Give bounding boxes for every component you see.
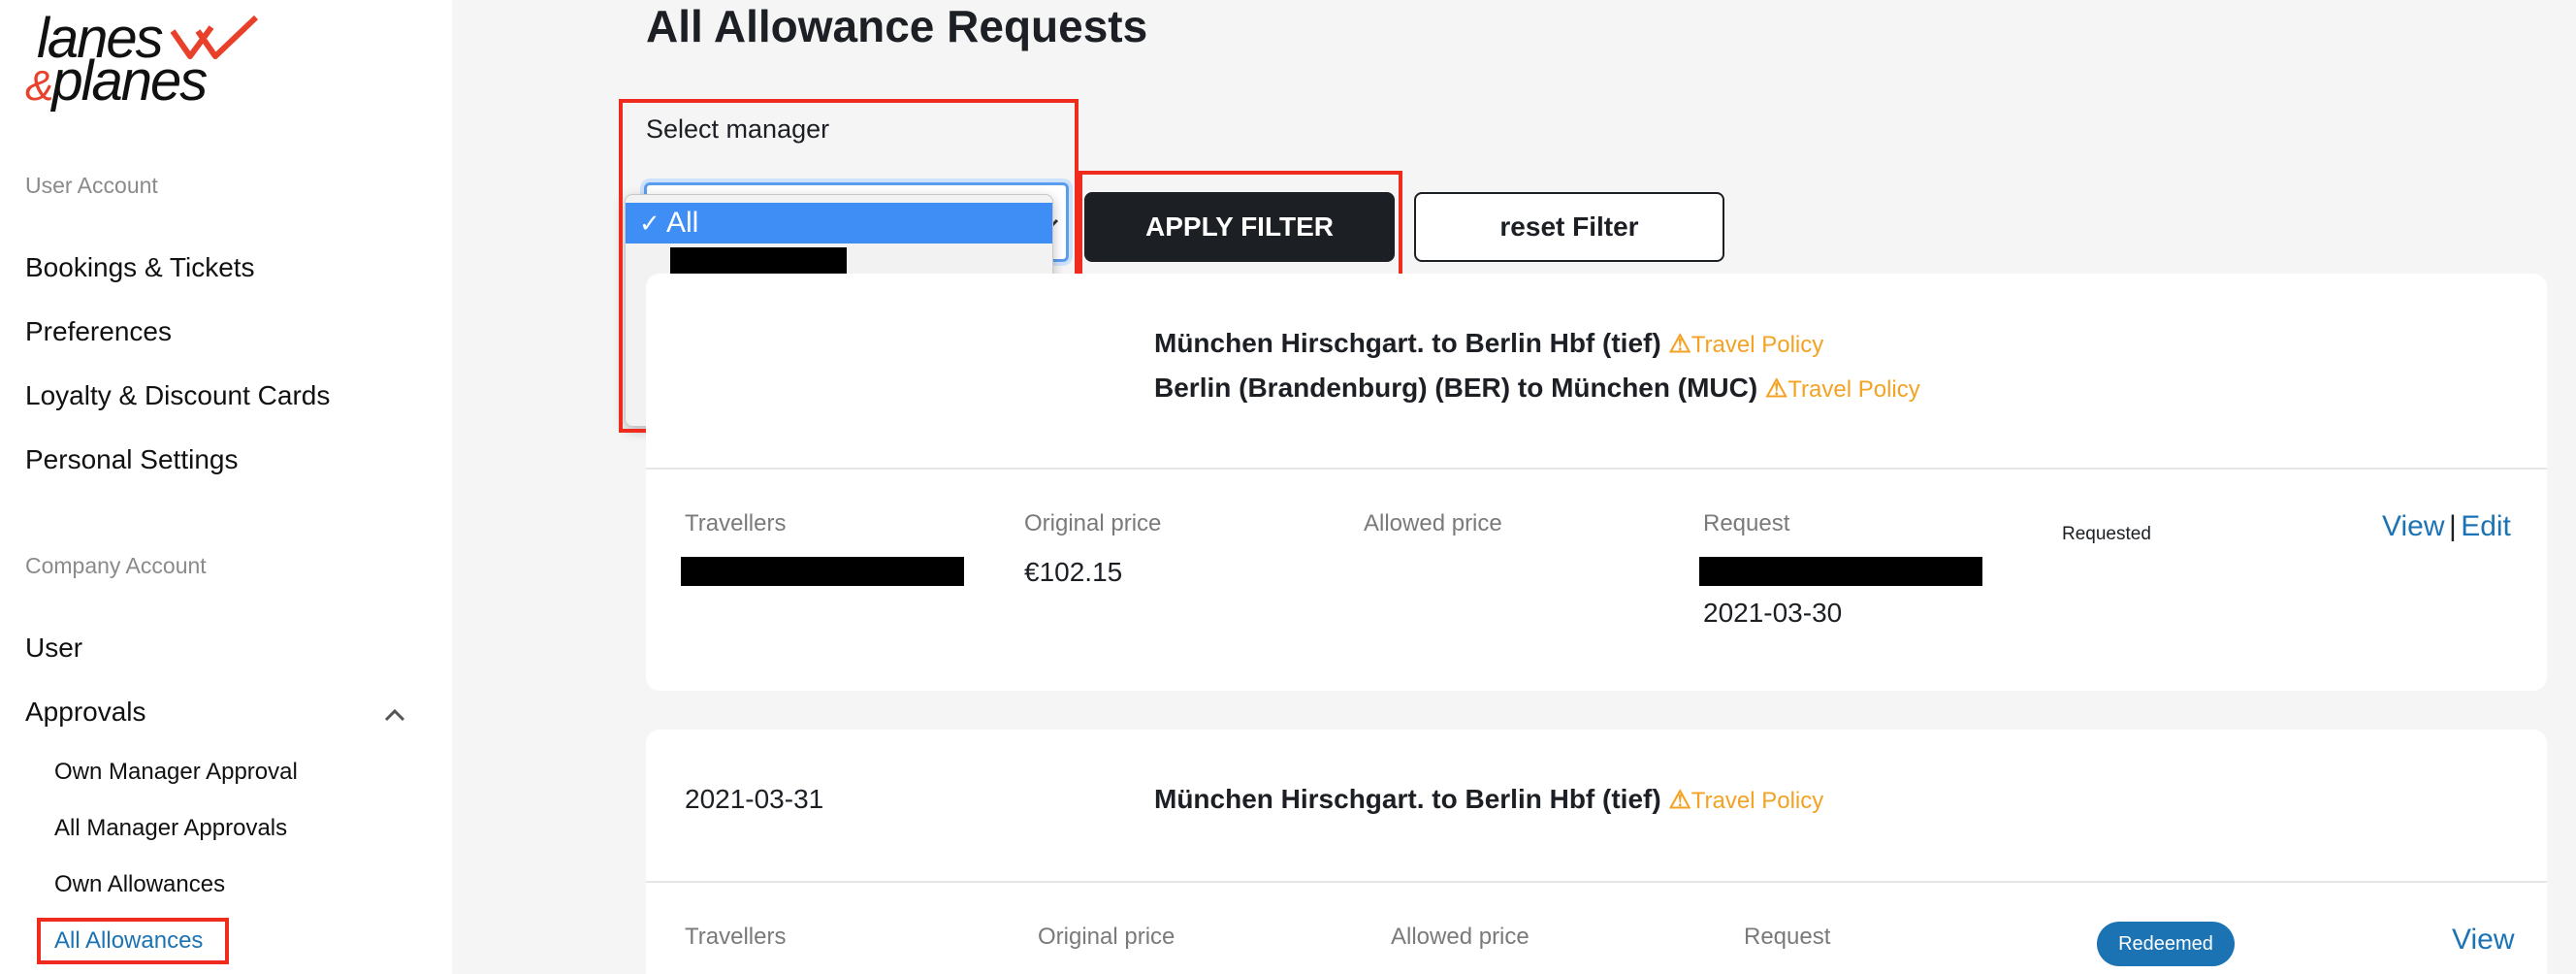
action-separator: | [2448,510,2457,542]
route-line: München Hirschgart. to Berlin Hbf (tief)… [1154,328,1824,358]
user-account-label: User Account [25,173,158,198]
nav-user[interactable]: User [25,633,82,664]
plane-icon [170,15,259,59]
route-line: München Hirschgart. to Berlin Hbf (tief)… [1154,784,1824,814]
page-title: All Allowance Requests [646,1,1148,51]
highlight-apply-filter [1079,171,1402,279]
sidebar: lanes &planes User Account Bookings & Ti… [0,0,452,974]
card-divider [646,468,2547,470]
view-link[interactable]: View [2382,510,2444,542]
request-label: Request [1703,510,1790,536]
status-badge: Redeemed [2097,922,2235,966]
card-actions: View | Edit [2382,510,2511,543]
route-line: Berlin (Brandenburg) (BER) to München (M… [1154,373,1920,403]
edit-link[interactable]: Edit [2461,510,2511,542]
card-divider [646,881,2547,883]
highlight-all-allowances [37,918,229,964]
card-date: 2021-03-31 [685,784,824,814]
allowance-card: 2021-03-31 München Hirschgart. to Berlin… [646,730,2547,974]
company-account-label: Company Account [25,553,207,578]
view-link[interactable]: View [2452,924,2514,956]
brand-logo[interactable]: lanes &planes [25,8,277,114]
status-text: Requested [2062,524,2151,544]
original-price-value: €102.15 [1024,557,1123,587]
travel-policy-tag[interactable]: Travel Policy [1691,332,1823,358]
warning-icon: ⚠ [1668,329,1691,358]
warning-icon: ⚠ [1668,785,1691,814]
allowed-price-label: Allowed price [1364,510,1502,536]
allowance-card: München Hirschgart. to Berlin Hbf (tief)… [646,274,2547,691]
travellers-label: Travellers [685,924,787,950]
request-label: Request [1744,924,1831,950]
original-price-label: Original price [1038,924,1175,950]
reset-filter-button[interactable]: reset Filter [1414,192,1724,262]
request-date-value: 2021-03-30 [1703,598,1843,628]
chevron-up-icon[interactable] [380,700,409,730]
warning-icon: ⚠ [1764,373,1788,403]
nav-all-manager-approvals[interactable]: All Manager Approvals [54,815,287,842]
nav-own-allowances[interactable]: Own Allowances [54,871,225,898]
nav-preferences[interactable]: Preferences [25,316,172,347]
nav-personal-settings[interactable]: Personal Settings [25,444,238,475]
nav-loyalty-discount-cards[interactable]: Loyalty & Discount Cards [25,380,330,411]
nav-own-manager-approval[interactable]: Own Manager Approval [54,759,298,786]
nav-bookings-tickets[interactable]: Bookings & Tickets [25,252,255,283]
allowed-price-label: Allowed price [1391,924,1530,950]
card-actions: View [2452,924,2514,957]
travellers-redacted [681,557,964,586]
travel-policy-tag[interactable]: Travel Policy [1787,376,1919,403]
nav-approvals[interactable]: Approvals [25,697,146,728]
travellers-label: Travellers [685,510,787,536]
travel-policy-tag[interactable]: Travel Policy [1691,788,1823,814]
requester-redacted [1699,557,1982,586]
original-price-label: Original price [1024,510,1162,536]
